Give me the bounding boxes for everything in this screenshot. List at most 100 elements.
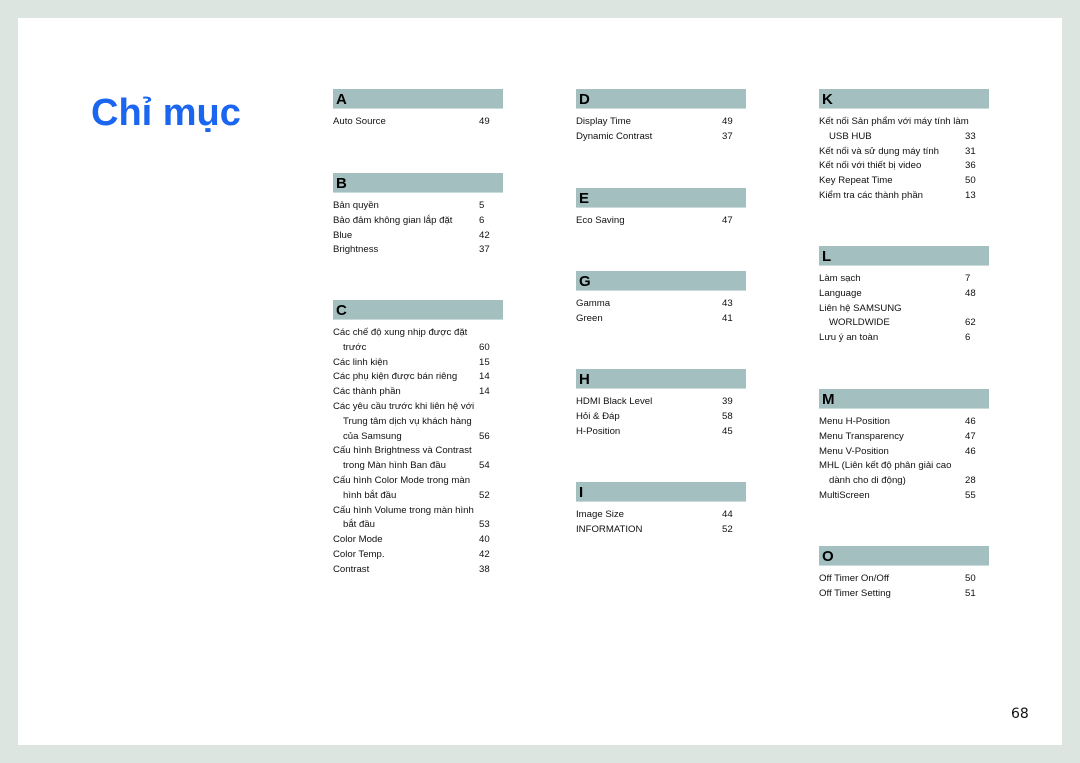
index-entry-label: hình bắt đầu: [343, 489, 397, 501]
index-entry-label: Menu V-Position: [819, 445, 889, 457]
index-entry-label: Color Temp.: [333, 548, 385, 560]
index-entry[interactable]: Cấu hình Brightness và Contrast: [333, 444, 503, 459]
index-entry[interactable]: Image Size 44: [576, 508, 746, 523]
index-entry-page: 51: [965, 587, 976, 599]
index-entry[interactable]: Các chế độ xung nhịp được đặt: [333, 326, 503, 341]
index-entry-label: Contrast: [333, 563, 370, 575]
index-entry-page: 6: [965, 332, 971, 344]
section-header-k: K: [819, 89, 989, 109]
section-header-m: M: [819, 389, 989, 409]
section-header-e: E: [576, 188, 746, 208]
index-entry[interactable]: Menu H-Position 46: [819, 415, 989, 430]
index-entry-label: Cấu hình Volume trong màn hình: [333, 504, 474, 516]
index-entry-page: 14: [479, 386, 490, 398]
index-entry[interactable]: Brightness 37: [333, 243, 503, 258]
index-entry[interactable]: Color Mode 40: [333, 533, 503, 548]
entry-list: Auto Source 49: [333, 115, 503, 130]
index-entry[interactable]: hình bắt đầu 52: [333, 489, 503, 504]
section-header-a: A: [333, 89, 503, 109]
index-entry[interactable]: Kết nối với thiết bị video 36: [819, 159, 989, 174]
index-entry[interactable]: Bản quyền 5: [333, 199, 503, 214]
index-entry[interactable]: Eco Saving 47: [576, 214, 746, 229]
index-entry-page: 13: [965, 189, 976, 201]
index-entry-label: Kết nối và sử dụng máy tính: [819, 145, 940, 157]
index-entry[interactable]: Blue 42: [333, 229, 503, 244]
index-entry-page: 7: [965, 273, 971, 284]
index-entry-label: Language: [819, 287, 862, 299]
index-entry[interactable]: Green 41: [576, 312, 746, 327]
index-entry-page: 36: [965, 160, 976, 172]
index-entry[interactable]: Các thành phần 14: [333, 385, 503, 400]
section-header-h: H: [576, 369, 746, 389]
index-entry[interactable]: Các phụ kiện được bán riêng 14: [333, 370, 503, 385]
index-entry[interactable]: trong Màn hình Ban đầu 54: [333, 459, 503, 474]
index-entry-label: H-Position: [576, 425, 621, 437]
index-entry[interactable]: Lưu ý an toàn 6: [819, 331, 989, 346]
index-entry-page: 47: [722, 215, 733, 226]
index-entry-label: Bảo đảm không gian lắp đặt: [333, 214, 453, 226]
index-entry[interactable]: Dynamic Contrast 37: [576, 130, 746, 145]
index-entry[interactable]: Gamma 43: [576, 297, 746, 312]
index-entry-label: Kết nối Sản phẩm với máy tính làm: [819, 116, 969, 127]
index-entry-page: 48: [965, 287, 976, 299]
index-entry[interactable]: Kết nối Sản phẩm với máy tính làm: [819, 115, 989, 130]
index-entry[interactable]: Key Repeat Time 50: [819, 174, 989, 189]
index-entry[interactable]: Cấu hình Volume trong màn hình: [333, 504, 503, 519]
index-entry[interactable]: Trung tâm dịch vụ khách hàng: [333, 415, 503, 430]
index-entry[interactable]: MHL (Liên kết độ phân giải cao: [819, 459, 989, 474]
index-entry[interactable]: Kết nối và sử dụng máy tính 31: [819, 145, 989, 160]
index-entry[interactable]: HDMI Black Level 39: [576, 395, 746, 410]
index-entry-page: 54: [479, 460, 490, 472]
index-entry-page: 47: [965, 430, 976, 442]
index-entry[interactable]: Off Timer Setting 51: [819, 587, 989, 602]
index-entry-page: 60: [479, 341, 490, 353]
index-entry-label: Các thành phần: [333, 386, 401, 398]
index-entry[interactable]: Cấu hình Color Mode trong màn: [333, 474, 503, 489]
index-entry[interactable]: USB HUB 33: [819, 130, 989, 145]
index-entry[interactable]: Hỏi & Đáp 58: [576, 410, 746, 425]
index-entry[interactable]: Off Timer On/Off 50: [819, 572, 989, 587]
index-entry[interactable]: Liên hệ SAMSUNG: [819, 302, 989, 317]
index-entry[interactable]: Menu V-Position 46: [819, 445, 989, 460]
index-entry[interactable]: trước 60: [333, 341, 503, 356]
index-entry[interactable]: INFORMATION 52: [576, 523, 746, 538]
index-entry-label: Các phụ kiện được bán riêng: [333, 371, 458, 383]
index-entry[interactable]: H-Position 45: [576, 425, 746, 440]
index-entry[interactable]: Các linh kiện 15: [333, 356, 503, 371]
entry-list: Các chế độ xung nhịp được đặt trước 60 Các …: [333, 326, 503, 578]
index-entry[interactable]: Bảo đảm không gian lắp đặt 6: [333, 214, 503, 229]
index-section-d: D Display Time 49 Dynamic Contrast 37: [576, 89, 746, 145]
index-entry[interactable]: Các yêu cầu trước khi liên hệ với: [333, 400, 503, 415]
index-entry[interactable]: Contrast 38: [333, 563, 503, 578]
index-entry[interactable]: của Samsung 56: [333, 430, 503, 445]
index-entry-label: Menu Transparency: [819, 430, 904, 442]
index-entry[interactable]: Color Temp. 42: [333, 548, 503, 563]
index-entry[interactable]: Làm sạch 7: [819, 272, 989, 287]
index-entry[interactable]: Language 48: [819, 287, 989, 302]
index-entry[interactable]: bắt đầu 53: [333, 518, 503, 533]
index-entry[interactable]: Display Time 49: [576, 115, 746, 130]
index-entry[interactable]: Auto Source 49: [333, 115, 503, 130]
entry-list: Gamma 43 Green 41: [576, 297, 746, 327]
index-entry-label: Bản quyền: [333, 200, 379, 211]
index-entry[interactable]: WORLDWIDE 62: [819, 316, 989, 331]
index-entry[interactable]: MultiScreen 55: [819, 489, 989, 504]
index-entry[interactable]: Kiểm tra các thành phần 13: [819, 189, 989, 204]
index-entry-page: 58: [722, 410, 733, 422]
index-entry-label: Kết nối với thiết bị video: [819, 160, 922, 172]
section-header-i: I: [576, 482, 746, 502]
index-entry-label: Lưu ý an toàn: [819, 332, 879, 344]
index-section-l: L Làm sạch 7 Language 48 Liên hệ SAMSUNG WORL…: [819, 246, 989, 346]
index-entry-label: Off Timer Setting: [819, 587, 891, 599]
index-entry-label: Menu H-Position: [819, 416, 890, 427]
index-entry-label: trước: [343, 341, 367, 353]
entry-list: Menu H-Position 46 Menu Transparency 47 Menu…: [819, 415, 989, 504]
index-entry-label: Gamma: [576, 298, 611, 309]
index-entry[interactable]: dành cho di động) 28: [819, 474, 989, 489]
index-section-m: M Menu H-Position 46 Menu Transparency 47 Me…: [819, 389, 989, 504]
index-entry[interactable]: Menu Transparency 47: [819, 430, 989, 445]
index-entry-label: MultiScreen: [819, 489, 870, 501]
entry-list: Off Timer On/Off 50 Off Timer Setting 51: [819, 572, 989, 602]
index-entry-label: USB HUB: [829, 130, 872, 142]
index-entry-label: bắt đầu: [343, 519, 376, 531]
